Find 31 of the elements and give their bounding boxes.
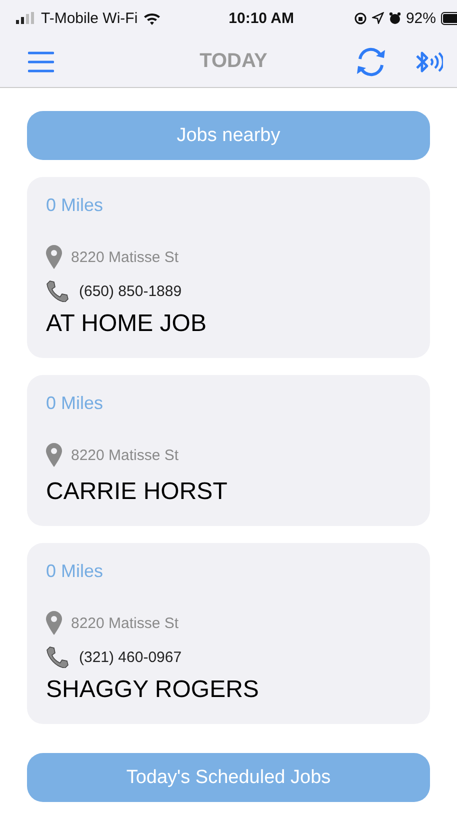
job-distance: 0 Miles [46, 561, 104, 582]
alarm-icon [388, 12, 401, 24]
job-card[interactable]: 0 Miles 8220 Matisse St (650) 850-1889 AT HOME JOB [27, 177, 430, 358]
location-arrow-icon [372, 12, 384, 24]
job-name: SHAGGY ROGERS [46, 676, 260, 704]
job-distance: 0 Miles [46, 393, 104, 414]
job-phone: (321) 460-0967 [79, 648, 182, 666]
job-name: AT HOME JOB [46, 310, 208, 338]
menu-icon[interactable] [28, 50, 54, 72]
clock-time: 10:10 AM [228, 10, 294, 26]
signal-icon [16, 12, 36, 24]
location-pin-icon [46, 245, 62, 269]
job-address: 8220 Matisse St [71, 248, 179, 266]
location-pin-icon [46, 611, 62, 635]
phone-icon [46, 280, 70, 302]
location-pin-icon [46, 443, 62, 467]
phone-icon [46, 646, 70, 668]
job-address: 8220 Matisse St [71, 614, 179, 632]
job-name: CARRIE HORST [46, 478, 228, 506]
job-phone: (650) 850-1889 [79, 282, 182, 300]
job-distance: 0 Miles [46, 195, 104, 216]
job-address: 8220 Matisse St [71, 446, 179, 464]
battery-icon [440, 12, 457, 24]
battery-percent: 92% [406, 10, 436, 26]
job-card[interactable]: 0 Miles 8220 Matisse St (321) 460-0967 SHAGGY ROGERS [27, 543, 430, 724]
wifi-icon [142, 12, 161, 24]
rotation-lock-icon [354, 12, 367, 24]
bluetooth-icon[interactable] [413, 50, 443, 74]
carrier-name: T-Mobile Wi-Fi [41, 10, 138, 26]
job-card[interactable]: 0 Miles 8220 Matisse St CARRIE HORST [27, 375, 430, 526]
screen-title: TODAY [198, 50, 268, 73]
